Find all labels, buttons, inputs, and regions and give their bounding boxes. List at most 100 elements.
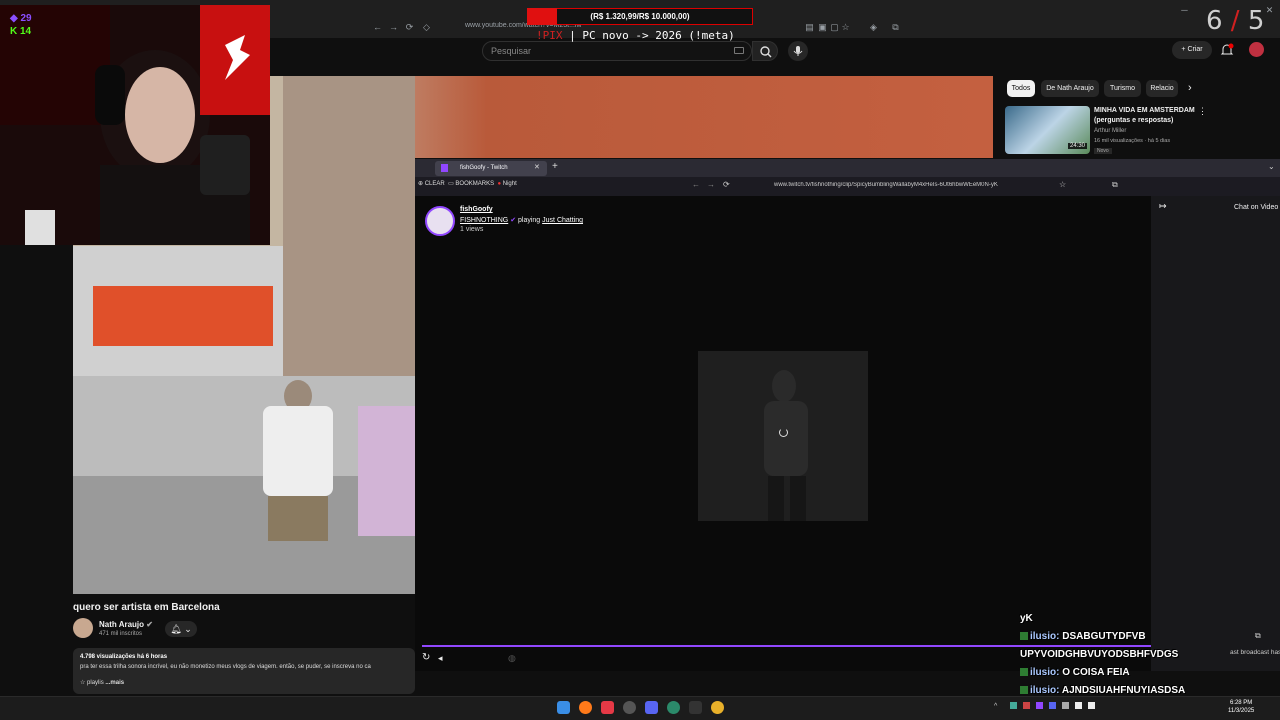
broadcaster-link[interactable]: FISHNOTHING bbox=[460, 217, 508, 224]
minimize-icon[interactable]: ─ bbox=[1180, 6, 1189, 15]
tray-app-icon[interactable] bbox=[1023, 702, 1030, 709]
taskbar-clock[interactable]: 6:28 PM 11/3/2025 bbox=[1228, 699, 1254, 715]
chat-username: ilusio: bbox=[1030, 667, 1060, 678]
chat-badge-icon bbox=[1020, 686, 1028, 695]
chat-popout-icon[interactable]: ⧉ bbox=[1255, 631, 1261, 641]
clear-button[interactable]: CLEAR bbox=[425, 181, 445, 187]
video-duration: 24:30 bbox=[1068, 143, 1088, 149]
new-tab-icon[interactable]: + bbox=[552, 161, 558, 172]
channel-name[interactable]: Nath Araujo ✔ bbox=[99, 620, 153, 629]
recommended-channel[interactable]: Arthur Miller bbox=[1094, 128, 1126, 134]
stream-title-rest: | PC novo -> 2026 (!meta) bbox=[562, 29, 735, 42]
chat-badge-icon bbox=[1020, 632, 1028, 641]
twitch-forward-icon[interactable]: → bbox=[707, 180, 715, 189]
copy-icon[interactable]: ▢ bbox=[830, 23, 839, 32]
picture-icon[interactable]: ▣ bbox=[818, 23, 827, 32]
clip-title[interactable]: fishGoofy bbox=[460, 206, 493, 213]
search-input[interactable]: Pesquisar bbox=[482, 41, 752, 61]
extensions-icon[interactable]: ⧉ bbox=[891, 23, 900, 32]
wifi-icon[interactable] bbox=[1075, 702, 1082, 709]
account-avatar[interactable] bbox=[1249, 42, 1264, 57]
channel-name-text: Nath Araujo bbox=[99, 620, 145, 629]
new-badge: Novo bbox=[1094, 148, 1112, 154]
windows-start-icon[interactable] bbox=[557, 701, 570, 714]
playing-text: playing bbox=[518, 217, 541, 224]
volume-icon[interactable]: ◂ bbox=[438, 653, 443, 664]
search-button[interactable] bbox=[752, 41, 778, 61]
chat-line: ilusio: DSABGUTYDFVB bbox=[1020, 628, 1185, 646]
reload-icon[interactable]: ⟳ bbox=[405, 23, 414, 32]
channel-avatar[interactable] bbox=[73, 618, 93, 638]
notifications-bell-icon[interactable] bbox=[1220, 43, 1234, 57]
counter-left: 6 bbox=[1206, 6, 1223, 36]
more-options-icon[interactable]: ⋮ bbox=[1198, 106, 1207, 117]
tray-app-icon[interactable] bbox=[1036, 702, 1043, 709]
bookmark-star-icon[interactable]: ☆ bbox=[841, 23, 850, 32]
keyboard-icon[interactable] bbox=[734, 47, 744, 54]
app-c-icon[interactable] bbox=[667, 701, 680, 714]
subscription-bell-button[interactable]: 🔔︎ ⌄ bbox=[165, 621, 197, 637]
twitch-window-menu-icon[interactable]: ⌄ bbox=[1268, 162, 1275, 171]
close-window-icon[interactable]: ✕ bbox=[1265, 6, 1274, 15]
discord-icon[interactable] bbox=[645, 701, 658, 714]
speaker-icon[interactable] bbox=[1088, 702, 1095, 709]
close-tab-icon[interactable]: ✕ bbox=[534, 163, 540, 171]
twitch-extensions-icon[interactable]: ⧉ bbox=[1112, 180, 1118, 190]
clip-creator-avatar[interactable] bbox=[425, 206, 455, 236]
tray-app-icon[interactable] bbox=[1049, 702, 1056, 709]
twitch-address-bar[interactable]: www.twitch.tv/fishnothing/clip/SpicyBumb… bbox=[774, 182, 1044, 188]
settings-icon[interactable]: ◍ bbox=[508, 653, 516, 664]
description-box[interactable]: 4.798 visualizações há 6 horas pra ter e… bbox=[73, 648, 415, 694]
tray-chevron-icon[interactable]: ^ bbox=[994, 703, 997, 710]
twitch-bookmark-star-icon[interactable]: ☆ bbox=[1059, 180, 1066, 189]
night-button[interactable]: Night bbox=[503, 181, 517, 187]
webcam-logo-panel bbox=[200, 5, 270, 115]
tray-app-icon[interactable] bbox=[1010, 702, 1017, 709]
loading-spinner-icon bbox=[779, 428, 788, 437]
clip-views: 1 views bbox=[460, 226, 484, 233]
shield-icon[interactable]: ◇ bbox=[422, 23, 431, 32]
twitch-back-icon[interactable]: ← bbox=[692, 180, 700, 189]
chip-related[interactable]: Relacio bbox=[1146, 80, 1178, 97]
settings-app-icon[interactable] bbox=[623, 701, 636, 714]
voice-search-button[interactable] bbox=[788, 41, 808, 61]
more-link[interactable]: ...mais bbox=[105, 680, 124, 686]
chip-from-channel[interactable]: De Nath Araujo bbox=[1041, 80, 1099, 97]
video-title: quero ser artista em Barcelona bbox=[73, 602, 220, 613]
playlist-link[interactable]: ☆ playlis bbox=[80, 680, 104, 686]
counter-right: 5 bbox=[1247, 6, 1265, 36]
stat-viewers-1: 29 bbox=[20, 13, 32, 24]
score-counter: 6 / 5 bbox=[1206, 6, 1264, 36]
create-button[interactable]: + Criar bbox=[1172, 41, 1212, 59]
twitch-chat-panel bbox=[1151, 196, 1280, 671]
chrome-icon[interactable] bbox=[711, 701, 724, 714]
chat-username: ilusio: bbox=[1030, 685, 1060, 696]
chat-on-video-title: Chat on Video bbox=[1234, 204, 1279, 211]
bookmarks-bar: ⊕ CLEAR ▭ BOOKMARKS ● Night bbox=[418, 180, 517, 187]
terminal-icon[interactable] bbox=[689, 701, 702, 714]
bookmarks-button[interactable]: BOOKMARKS bbox=[455, 181, 494, 187]
twitch-reload-icon[interactable]: ⟳ bbox=[723, 180, 730, 189]
category-link[interactable]: Just Chatting bbox=[542, 217, 583, 224]
replay-icon[interactable]: ↻ bbox=[422, 652, 430, 663]
twitch-tab[interactable]: fishGoofy - Twitch bbox=[435, 161, 547, 176]
firefox-icon[interactable] bbox=[579, 701, 592, 714]
collapse-chat-icon[interactable]: ↦ bbox=[1159, 201, 1167, 212]
back-icon[interactable]: ← bbox=[373, 23, 382, 32]
reader-icon[interactable]: ▤ bbox=[805, 23, 814, 32]
chevron-right-icon[interactable]: › bbox=[1188, 82, 1192, 94]
chip-all[interactable]: Todos bbox=[1007, 80, 1035, 97]
clear-icon: ⊕ bbox=[418, 181, 425, 187]
music-app-icon[interactable] bbox=[601, 701, 614, 714]
stat-viewers-2: 14 bbox=[20, 26, 32, 37]
shield-extension-icon[interactable]: ◈ bbox=[869, 23, 878, 32]
donation-goal-text: (R$ 1.320,99/R$ 10.000,00) bbox=[590, 12, 690, 21]
chat-text: O COISA FEIA bbox=[1062, 667, 1130, 678]
tray-app-icon[interactable] bbox=[1062, 702, 1069, 709]
search-icon bbox=[760, 46, 772, 58]
forward-icon[interactable]: → bbox=[389, 23, 398, 32]
subscriber-count: 471 mil inscritos bbox=[99, 631, 143, 637]
recommended-title[interactable]: MINHA VIDA EM AMSTERDAM (perguntas e res… bbox=[1094, 106, 1204, 126]
chip-tourism[interactable]: Turismo bbox=[1104, 80, 1141, 97]
twitch-favicon-icon bbox=[441, 164, 448, 172]
